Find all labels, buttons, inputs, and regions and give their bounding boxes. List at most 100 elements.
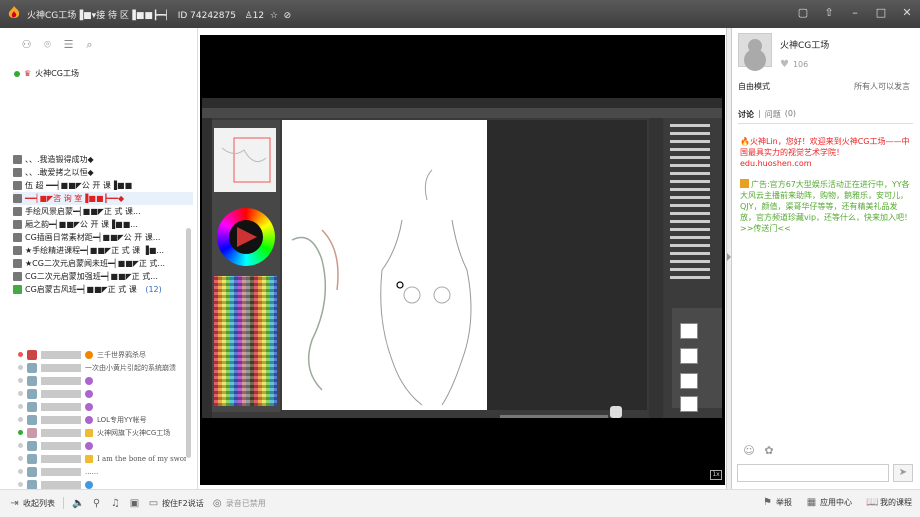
channel-list: 、、.我造锻得成功◆ 、、.敢爱拷之以恒◆ 伍 超 ━━┥■■◤公 开 课▐■■… [13, 153, 193, 296]
chat-input[interactable] [737, 464, 889, 482]
badge-icon [85, 415, 93, 424]
speed-badge[interactable]: 1x [710, 470, 722, 480]
photoshop-screen [202, 98, 722, 418]
member-scrollbar[interactable] [186, 228, 191, 458]
member-name-blur [41, 363, 81, 372]
color-wheel [217, 208, 275, 266]
color-triangle [237, 227, 257, 247]
status-dot [18, 417, 23, 422]
member-row[interactable] [18, 387, 186, 400]
member-row[interactable]: 一次由小黄片引起的系统崩溃 [18, 361, 186, 374]
flower-icon[interactable]: ✿ [763, 445, 775, 457]
member-name-blur [41, 454, 81, 463]
channel-item[interactable]: CG二次元启蒙加强班━┥■■◤正 式... [13, 270, 193, 283]
ad-icon [740, 179, 749, 188]
online-count: 12 [252, 11, 265, 21]
maximize-icon[interactable]: □ [874, 6, 888, 20]
favorite-star-icon[interactable]: ☆ [270, 11, 278, 21]
layer-thumb [680, 323, 698, 339]
up-icon[interactable]: ⇧ [822, 6, 836, 20]
status-dot [18, 469, 23, 474]
channel-item[interactable]: 伍 超 ━━┥■■◤公 开 课▐■■ [13, 179, 193, 192]
video-stream[interactable]: 1x [200, 35, 725, 485]
room-root[interactable]: ♛ 火神CG工场 [14, 68, 79, 79]
channel-count: (12) [145, 285, 162, 294]
channel-item[interactable]: 厢之韵━┥■■◤公 开 课▐■■... [13, 218, 193, 231]
record-button[interactable]: ◎ 录音已禁用 [212, 498, 266, 509]
channel-item[interactable]: CG插画日常素材距━┥■■◤公 开 课... [13, 231, 193, 244]
location-icon[interactable]: ⌾ [41, 38, 54, 51]
microphone-icon[interactable]: ⚲ [91, 498, 102, 509]
report-label: 举报 [776, 498, 792, 507]
report-button[interactable]: ⚑ 举报 [762, 497, 792, 508]
member-row[interactable] [18, 400, 186, 413]
member-row[interactable] [18, 439, 186, 452]
push-to-talk-label: 按住F2说话 [162, 498, 204, 508]
music-icon[interactable]: ♫ [110, 498, 121, 509]
free-talk-icon[interactable]: ▣ [129, 498, 140, 509]
member-sign: ...... [85, 467, 99, 476]
speaker-icon[interactable]: 🔈 [72, 498, 84, 509]
tab-discuss[interactable]: 讨论 [738, 109, 754, 120]
video-control-icon[interactable] [610, 406, 622, 418]
member-sign: LOL专用YY帐号 [97, 415, 147, 424]
channel-label: CG启蒙古风班━┥■■◤正 式 课 [25, 285, 137, 294]
channel-item[interactable]: 手绘风景启蒙━┥■■◤正 式 课... [13, 205, 193, 218]
collapse-list-button[interactable]: ⇥ 收起列表 [9, 498, 55, 509]
room-name: 火神CG工场 [35, 69, 79, 78]
push-to-talk-button[interactable]: ▭ 按住F2说话 [148, 498, 204, 509]
avatar [27, 375, 37, 386]
tab-questions[interactable]: 问题 [765, 109, 781, 120]
member-row[interactable]: LOL专用YY帐号 [18, 413, 186, 426]
discussion-tabs: 讨论 | 问题 (0) [738, 109, 796, 120]
channel-panel: ⚇ ⌾ ☰ ⌕ ♛ 火神CG工场 、、.我造锻得成功◆ 、、.敢爱拷之以恒◆ 伍… [0, 28, 198, 491]
badge-icon [85, 389, 93, 398]
minimize-icon[interactable]: – [848, 6, 862, 20]
channel-item[interactable]: ★CG二次元启蒙闻未班━┥■■◤正 式... [13, 257, 193, 270]
member-row[interactable] [18, 374, 186, 387]
channel-icon [13, 194, 22, 203]
channel-item-active[interactable]: ━━┥■◤咨 询 室▐■■┣━━◆ [13, 192, 193, 205]
chat-tools: ☺ ✿ [743, 445, 775, 457]
panel-splitter[interactable] [726, 28, 732, 489]
send-icon[interactable]: ➤ [893, 464, 913, 482]
emoji-icon[interactable]: ☺ [743, 445, 755, 457]
member-name-blur [41, 415, 81, 424]
close-icon[interactable]: ✕ [900, 6, 914, 20]
skin-icon[interactable]: ▢ [796, 6, 810, 20]
badge-icon [85, 402, 93, 411]
channel-item[interactable]: 、、.敢爱拷之以恒◆ [13, 166, 193, 179]
members-icon[interactable]: ⚇ [20, 38, 33, 51]
channel-item[interactable]: ★手绘精进课程━┥■■◤正 式 课 ▐■... [13, 244, 193, 257]
likes[interactable]: ♥ 106 [780, 59, 808, 70]
member-name-blur [41, 389, 81, 398]
ps-menubar [202, 98, 722, 108]
notes-icon[interactable]: ☰ [62, 38, 75, 51]
host-avatar[interactable] [738, 33, 772, 67]
collapse-arrow-icon[interactable] [727, 253, 731, 261]
share-icon[interactable]: ⊘ [284, 11, 292, 21]
badge-icon [85, 376, 93, 385]
status-dot [18, 443, 23, 448]
sketch-drawing [291, 169, 472, 406]
layer-thumb [680, 373, 698, 389]
tab-divider [738, 123, 913, 124]
member-row[interactable]: 三千世界鸦杀尽 [18, 348, 186, 361]
member-row[interactable]: ...... [18, 465, 186, 478]
collapse-list-label: 收起列表 [23, 498, 55, 508]
question-count: (0) [784, 109, 797, 118]
channel-item[interactable]: 、、.我造锻得成功◆ [13, 153, 193, 166]
window-title-text: 火神CG工场▐■▾接 待 区▐■■┣━┥ [27, 11, 170, 21]
title-bar: 火神CG工场▐■▾接 待 区▐■■┣━┥ ID 74242875 ♙12 ☆ ⊘… [0, 0, 920, 28]
record-label: 录音已禁用 [225, 498, 266, 508]
member-row[interactable]: 火神网旗下火神CG工场 [18, 426, 186, 439]
member-list: 三千世界鸦杀尽 一次由小黄片引起的系统崩溃 LOL专用YY帐号 火神网旗下火神C… [18, 348, 186, 491]
user-count-icon: ♙ [244, 11, 253, 21]
channel-item-current[interactable]: CG启蒙古风班━┥■■◤正 式 课 (12) [13, 283, 193, 296]
search-icon[interactable]: ⌕ [83, 38, 96, 51]
app-center-button[interactable]: ▦ 应用中心 [806, 497, 852, 508]
status-dot [18, 365, 23, 370]
my-courses-button[interactable]: 📖 我的课程 [866, 497, 912, 508]
member-row[interactable]: I am the bone of my sword [18, 452, 186, 465]
avatar [27, 440, 37, 451]
